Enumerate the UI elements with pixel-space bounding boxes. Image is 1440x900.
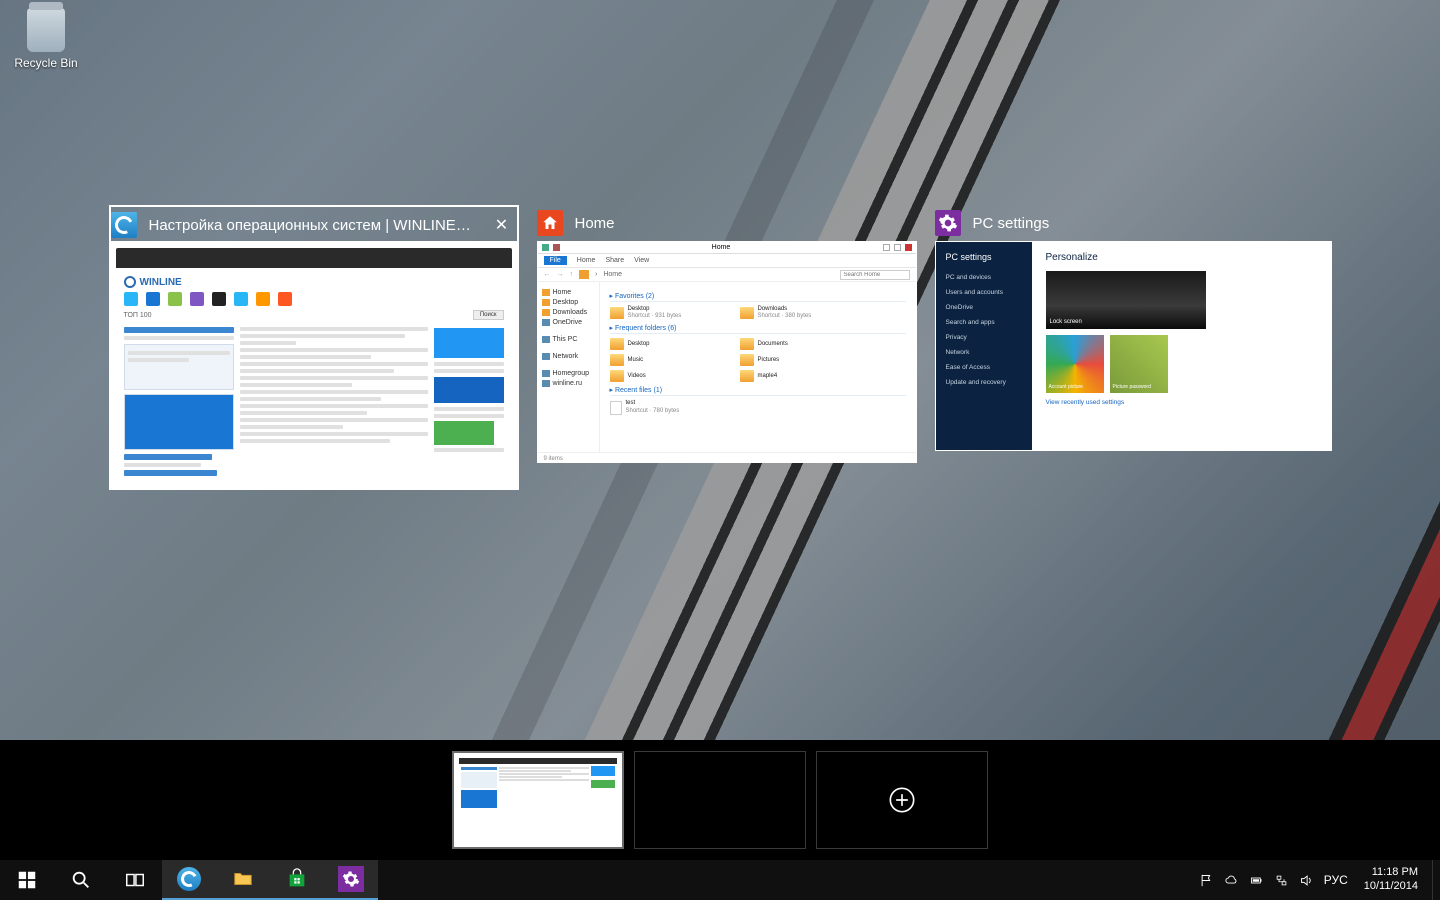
recycle-bin-icon[interactable]: Recycle Bin <box>12 8 80 70</box>
task-card-ie[interactable]: Настройка операционных систем | WINLINE.… <box>109 205 519 490</box>
settings-nav-item: Ease of Access <box>936 360 1032 375</box>
sidebar-item-label: Downloads <box>553 309 588 316</box>
start-button[interactable] <box>0 860 54 900</box>
ie-icon <box>177 867 201 891</box>
task-card-pcsettings[interactable]: PC settings PC settings PC and devices U… <box>935 205 1332 490</box>
sidebar-item-label: Network <box>553 353 579 360</box>
search-input <box>840 270 910 280</box>
item-meta: Shortcut · 780 bytes <box>626 408 680 415</box>
item-name: maple4 <box>758 373 778 380</box>
virtual-desktop-thumb[interactable] <box>634 751 806 849</box>
settings-footer-link: View recently used settings <box>1046 399 1317 406</box>
taskbar-explorer[interactable] <box>216 860 270 900</box>
add-desktop-button[interactable] <box>816 751 988 849</box>
item-name: Desktop <box>628 341 650 348</box>
task-card-title: Home <box>575 215 917 232</box>
top100-label: ТОП 100 <box>124 312 152 319</box>
settings-nav-item: Users and accounts <box>936 285 1032 300</box>
gear-icon <box>935 210 961 236</box>
battery-icon[interactable] <box>1249 873 1264 888</box>
ribbon-tab: View <box>634 257 649 264</box>
system-tray[interactable]: РУС 11:18 PM 10/11/2014 <box>1191 860 1432 900</box>
ribbon-tab: File <box>544 256 567 265</box>
section-title: Favorites (2) <box>615 293 654 300</box>
sidebar-item-label: This PC <box>553 336 578 343</box>
item-name: Downloads <box>758 306 812 313</box>
site-logo-text: WINLINE <box>140 277 182 288</box>
tile-label: Lock screen <box>1050 319 1082 325</box>
ribbon-tab: Share <box>605 257 624 264</box>
settings-nav-item: OneDrive <box>936 300 1032 315</box>
section-title: Frequent folders (6) <box>615 325 676 332</box>
explorer-sidebar: Home Desktop Downloads OneDrive This PC … <box>538 282 600 452</box>
taskbar-settings[interactable] <box>324 860 378 900</box>
task-view-cards: Настройка операционных систем | WINLINE.… <box>0 205 1440 490</box>
section-title: Recent files (1) <box>615 387 662 394</box>
account-pic-tile: Account picture <box>1046 335 1104 393</box>
clock[interactable]: 11:18 PM 10/11/2014 <box>1358 866 1424 894</box>
onedrive-icon[interactable] <box>1224 873 1239 888</box>
window-title: Home <box>712 244 731 251</box>
task-thumbnail: WINLINE ТОП 100 Поиск <box>111 243 517 488</box>
ribbon-tab: Home <box>577 257 596 264</box>
sidebar-item-label: Home <box>553 289 572 296</box>
picture-pass-tile: Picture password <box>1110 335 1168 393</box>
virtual-desktop-strip <box>0 740 1440 860</box>
tile-label: Picture password <box>1113 384 1151 390</box>
flag-icon[interactable] <box>1199 873 1214 888</box>
taskbar: РУС 11:18 PM 10/11/2014 <box>0 860 1440 900</box>
show-desktop-button[interactable] <box>1432 860 1440 900</box>
recycle-bin-label: Recycle Bin <box>14 56 77 70</box>
item-name: Desktop <box>628 306 682 313</box>
task-card-explorer[interactable]: Home Home File Home Share View ←→↑ ›Home… <box>537 205 917 490</box>
task-thumbnail: Home File Home Share View ←→↑ ›Home Home… <box>537 241 917 463</box>
search-button[interactable] <box>54 860 108 900</box>
trash-icon <box>27 8 65 52</box>
item-name: Videos <box>628 373 646 380</box>
ie-icon <box>111 212 137 238</box>
close-icon[interactable]: ✕ <box>487 210 517 240</box>
taskbar-ie[interactable] <box>162 860 216 900</box>
item-name: Pictures <box>758 357 780 364</box>
settings-nav-item: Update and recovery <box>936 375 1032 390</box>
settings-nav-item: Network <box>936 345 1032 360</box>
task-view-button[interactable] <box>108 860 162 900</box>
settings-header: PC settings <box>936 252 1032 270</box>
item-name: Documents <box>758 341 788 348</box>
folder-icon <box>232 868 254 890</box>
settings-nav-item: Search and apps <box>936 315 1032 330</box>
clock-time: 11:18 PM <box>1364 866 1418 880</box>
clock-date: 10/11/2014 <box>1364 880 1418 894</box>
network-icon[interactable] <box>1274 873 1289 888</box>
sidebar-item-label: Desktop <box>553 299 579 306</box>
language-indicator[interactable]: РУС <box>1324 873 1348 887</box>
sidebar-item-label: OneDrive <box>553 319 583 326</box>
status-text: 9 items <box>544 456 563 462</box>
taskbar-store[interactable] <box>270 860 324 900</box>
task-card-title: Настройка операционных систем | WINLINE.… <box>149 217 475 234</box>
plus-icon <box>888 786 916 814</box>
item-name: test <box>626 400 680 407</box>
virtual-desktop-thumb[interactable] <box>452 751 624 849</box>
settings-section-title: Personalize <box>1046 252 1317 263</box>
store-icon <box>286 868 308 890</box>
gear-icon <box>338 866 364 892</box>
sidebar-item-label: Homegroup <box>553 370 590 377</box>
task-thumbnail: PC settings PC and devices Users and acc… <box>935 241 1332 451</box>
lockscreen-tile: Lock screen <box>1046 271 1206 329</box>
search-btn: Поиск <box>473 310 504 320</box>
sidebar-item-label: winline.ru <box>553 380 583 387</box>
breadcrumb: Home <box>603 271 622 278</box>
item-name: Music <box>628 357 644 364</box>
settings-nav-item: PC and devices <box>936 270 1032 285</box>
volume-icon[interactable] <box>1299 873 1314 888</box>
home-icon <box>537 210 563 236</box>
item-meta: Shortcut · 931 bytes <box>628 313 682 320</box>
settings-nav-item: Privacy <box>936 330 1032 345</box>
item-meta: Shortcut · 380 bytes <box>758 313 812 320</box>
tile-label: Account picture <box>1049 384 1083 390</box>
app-icon-row <box>124 292 504 306</box>
task-card-title: PC settings <box>973 215 1332 232</box>
